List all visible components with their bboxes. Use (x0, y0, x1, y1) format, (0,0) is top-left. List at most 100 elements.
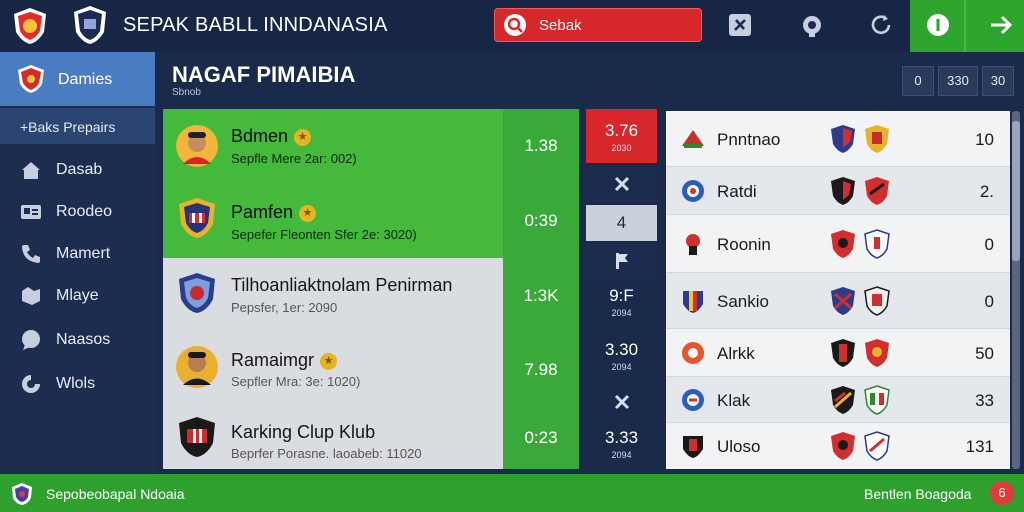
info-icon[interactable] (925, 12, 951, 38)
player-avatar-icon (176, 125, 218, 167)
pager-button[interactable]: 330 (938, 66, 978, 96)
club-badge-icon (864, 286, 890, 316)
pager: 0 330 30 (902, 66, 1014, 96)
table-row[interactable]: Ratdi 2. (666, 167, 1010, 215)
star-icon: ★ (320, 353, 338, 370)
score-cell[interactable]: 3.33 2094 (586, 428, 657, 468)
page-subtitle: Sbnob (172, 87, 201, 98)
sidebar-item-label: Mlaye (56, 287, 99, 304)
club-badge-icon (865, 177, 889, 205)
sidebar-item-mamert[interactable]: Mamert (0, 234, 155, 274)
score-value: 9:F (609, 286, 634, 305)
club-crest-icon (683, 436, 703, 458)
match-meta: Sepefer Fleonten Sfer 2e: 3020) (231, 227, 417, 242)
score-value: 3.76 (604, 121, 639, 140)
footer-bar: Sepobeobapal Ndoaia Bentlen Boagoda 6 (0, 474, 1024, 512)
app-title: SEPAK BABLL INNDANASIA (123, 14, 388, 36)
club-badge-icon (831, 230, 855, 258)
table-row[interactable]: Klak 33 (666, 377, 1010, 423)
team-name: Alrkk (717, 344, 755, 363)
team-points: 10 (975, 130, 994, 149)
club-badge-icon (831, 125, 855, 153)
match-row[interactable]: Pamfen ★ Sepefer Fleonten Sfer 2e: 3020) … (163, 183, 579, 258)
match-odds[interactable]: 0:39 (503, 211, 579, 231)
table-row[interactable]: Pnntnao 10 (666, 111, 1010, 167)
match-odds[interactable]: 7.98 (503, 360, 579, 380)
match-meta: Sepfler Mra: 3e: 1020) (231, 374, 361, 389)
team-name: Ramaimgr ★ (231, 350, 338, 371)
match-odds[interactable]: 1:3K (503, 286, 579, 306)
match-meta: Sepfle Mere 2ar: 002) (231, 151, 357, 166)
score-year: 2030 (611, 143, 632, 153)
score-value: 4 (616, 213, 627, 232)
sidebar-item-active[interactable]: Damies (0, 52, 155, 106)
club-crest-icon (18, 65, 44, 93)
score-cell[interactable]: 3.30 2094 (586, 340, 657, 382)
score-cell[interactable] (586, 166, 657, 202)
pager-button[interactable]: 30 (982, 66, 1014, 96)
club-badge-icon (831, 386, 855, 414)
footer-left-text: Sepobeobapal Ndoaia (46, 486, 185, 502)
club-crest-icon (683, 291, 703, 313)
star-icon: ★ (299, 205, 317, 222)
pager-button[interactable]: 0 (902, 66, 934, 96)
match-odds[interactable]: 1.38 (503, 136, 579, 156)
club-badge-icon (864, 431, 890, 461)
score-cell[interactable]: 9:F 2094 (586, 284, 657, 330)
id-card-icon (21, 205, 41, 219)
match-meta: Pepsfer, 1er: 2090 (231, 300, 338, 315)
close-icon (614, 176, 629, 192)
match-row[interactable]: Ramaimgr ★ Sepfler Mra: 3e: 1020) 7.98 (163, 332, 579, 406)
table-row[interactable]: Alrkk 50 (666, 329, 1010, 377)
refresh-icon[interactable] (868, 12, 894, 38)
club-crest-icon (179, 417, 215, 457)
sidebar-item-wlols[interactable]: Wlols (0, 364, 155, 404)
search-button[interactable]: Sebak (494, 8, 702, 42)
score-year: 2094 (611, 362, 632, 372)
score-cell[interactable] (586, 244, 657, 278)
score-cell[interactable]: 4 (586, 205, 657, 241)
sidebar-subitem[interactable]: +Baks Prepairs (0, 108, 155, 144)
table-row[interactable]: Roonin 0 (666, 215, 1010, 273)
match-row[interactable]: Bdmen ★ Sepfle Mere 2ar: 002) 1.38 (163, 109, 579, 183)
sidebar-item-roodeo[interactable]: Roodeo (0, 192, 155, 232)
tag-icon (22, 287, 40, 305)
camera-icon[interactable] (799, 12, 825, 38)
scrollbar-thumb[interactable] (1012, 121, 1020, 261)
shield-logo[interactable] (70, 4, 110, 46)
page-title: NAGAF PIMAIBIA (172, 62, 356, 87)
score-value: 3.30 (604, 340, 639, 359)
tools-icon[interactable] (727, 12, 753, 38)
sidebar-subitem-label: +Baks Prepairs (20, 119, 116, 135)
table-row[interactable]: Sankio 0 (666, 273, 1010, 329)
club-badge-icon (831, 432, 855, 460)
team-points: 2. (979, 182, 994, 201)
sidebar-item-naasos[interactable]: Naasos (0, 320, 155, 360)
scrollbar[interactable] (1012, 111, 1020, 469)
match-row[interactable]: Karking Clup Klub Beprfer Porasne. laoab… (163, 406, 579, 469)
match-odds[interactable]: 0:23 (503, 428, 579, 448)
club-badge-icon (831, 339, 855, 367)
score-year: 2094 (611, 450, 632, 460)
score-cell[interactable] (586, 386, 657, 420)
club-badge-icon (865, 125, 889, 153)
team-name: Uloso (717, 437, 761, 456)
team-name: Bdmen ★ (231, 126, 312, 147)
score-cell[interactable]: 3.76 2030 (586, 109, 657, 163)
arrow-right-icon[interactable] (988, 12, 1014, 38)
club-logo[interactable] (10, 6, 50, 46)
club-crest-icon (682, 180, 704, 202)
team-name: Karking Clup Klub (231, 422, 376, 442)
match-row[interactable]: Tilhoanliaktnolam Penirman Pepsfer, 1er:… (163, 258, 579, 332)
team-points: 0 (984, 235, 994, 254)
sidebar-item-mlaye[interactable]: Mlaye (0, 276, 155, 316)
team-name: Pnntnao (717, 130, 781, 149)
home-icon (22, 162, 40, 179)
sidebar-item-label: Mamert (56, 245, 111, 262)
sidebar-item-dasab[interactable]: Dasab (0, 150, 155, 190)
footer-right-link[interactable]: Bentlen Boagoda (864, 486, 971, 502)
notification-badge[interactable]: 6 (990, 481, 1014, 505)
table-row[interactable]: Uloso 131 (666, 423, 1010, 469)
club-crest-icon (686, 234, 700, 255)
score-year: 2094 (611, 308, 632, 318)
